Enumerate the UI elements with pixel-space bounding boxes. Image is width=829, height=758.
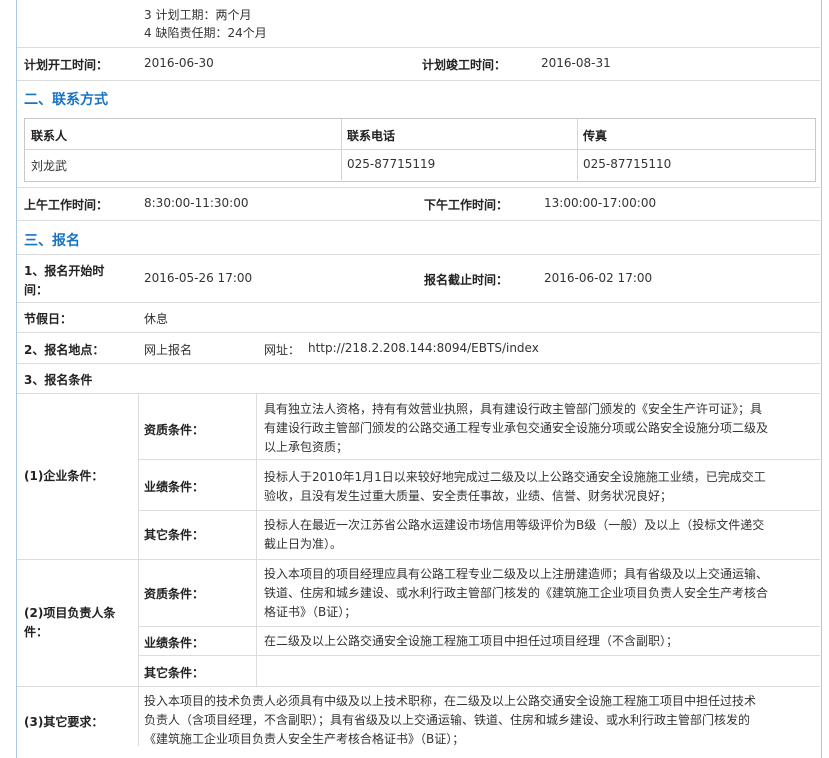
manager-conditions-label: (2)项目负责人条 [24,606,116,620]
column-divider [138,686,139,746]
enterprise-other-line: 截止日为准）。 [264,537,343,551]
enterprise-performance-line: 验收，且没有发生过重大质量、安全责任事故，业绩、信誉、财务状况良好； [264,489,673,503]
divider [17,332,820,333]
holiday-value: 休息 [144,312,169,326]
manager-qualification-line: 铁道、住房和城乡建设、或水利行政主管部门核发的《建筑施工企业项目负责人安全生产考… [264,586,769,600]
contact-phone: 025-87715119 [347,157,436,171]
enterprise-other-line: 投标人在最近一次江苏省公路水运建设市场信用等级评价为B级（一般）及以上（投标文件… [264,518,765,532]
signup-deadline-label: 报名截止时间： [424,273,509,287]
manager-other-label: 其它条件： [144,666,205,680]
signup-place-label: 2、报名地点： [24,343,105,357]
signup-section-title: 三、报名 [24,233,80,249]
duration-line: 3 计划工期：两个月 [144,8,252,22]
header-fax: 传真 [583,129,608,143]
divider [138,626,820,627]
holiday-label: 节假日： [24,312,73,326]
divider [138,655,820,656]
divider [138,459,820,460]
divider [17,686,820,687]
other-requirements-line: 投入本项目的技术负责人必须具有中级及以上技术职称，在二级及以上公路交通安全设施工… [144,694,757,708]
signup-deadline-value: 2016-06-02 17:00 [544,271,653,285]
enterprise-qualification-label: 资质条件： [144,423,205,437]
manager-qualification-label: 资质条件： [144,587,205,601]
pm-hours-label: 下午工作时间： [424,198,509,212]
end-date-value: 2016-08-31 [541,56,611,70]
column-divider [341,119,342,180]
column-divider [577,119,578,180]
manager-performance-line: 在二级及以上公路交通安全设施工程施工项目中担任过项目经理（不含副职）； [264,634,679,648]
signup-start-label-cont: 间： [24,283,49,297]
warranty-line: 4 缺陷责任期：24个月 [144,26,267,40]
manager-qualification-line: 投入本项目的项目经理应具有公路工程专业二级及以上注册建造师；具有省级及以上交通运… [264,567,769,581]
divider [138,510,820,511]
divider [17,47,820,48]
column-divider [256,393,257,686]
enterprise-qualification-line: 有建设行政主管部门颁发的公路交通工程专业承包交通安全设施分项或公路安全设施分项二… [264,421,769,435]
enterprise-performance-label: 业绩条件： [144,480,205,494]
divider [17,559,820,560]
signup-place-value: 网上报名 [144,343,193,357]
start-date-value: 2016-06-30 [144,56,214,70]
enterprise-performance-line: 投标人于2010年1月1日以来较好地完成过二级及以上公路交通安全设施施工业绩，已… [264,470,766,484]
signup-start-label: 1、报名开始时 [24,264,105,278]
enterprise-conditions-label: (1)企业条件： [24,469,104,483]
manager-conditions-label-cont: 件： [24,625,49,639]
header-phone: 联系电话 [347,129,396,143]
table-row-divider [25,149,815,150]
pm-hours-value: 13:00:00-17:00:00 [544,196,657,210]
start-date-label: 计划开工时间： [24,58,109,72]
divider [17,302,820,303]
other-requirements-line: 《建筑施工企业项目负责人安全生产考核合格证书》（B证）； [144,732,465,746]
enterprise-other-label: 其它条件： [144,528,205,542]
manager-qualification-line: 格证书》（B证）； [264,605,357,619]
divider [17,220,820,221]
am-hours-value: 8:30:00-11:30:00 [144,196,249,210]
enterprise-qualification-line: 具有独立法人资格，持有有效营业执照，具有建设行政主管部门颁发的《安全生产许可证》… [264,402,763,416]
signup-url-link[interactable]: http://218.2.208.144:8094/EBTS/index [308,341,539,355]
signup-conditions-label: 3、报名条件 [24,373,93,387]
other-requirements-line: 负责人（含项目经理，不含副职）；具有省级及以上交通运输、铁道、住房和城乡建设、或… [144,713,751,727]
contact-section-title: 二、联系方式 [24,92,108,108]
divider [17,80,820,81]
divider [17,187,820,188]
am-hours-label: 上午工作时间： [24,198,109,212]
other-requirements-label: (3)其它要求： [24,715,104,729]
contact-table: 联系人 联系电话 传真 刘龙武 025-87715119 025-8771511… [24,118,816,182]
signup-start-value: 2016-05-26 17:00 [144,271,253,285]
contact-fax: 025-87715110 [583,157,672,171]
column-divider [138,393,139,686]
end-date-label: 计划竣工时间： [422,58,507,72]
divider [17,254,820,255]
url-label: 网址： [264,343,301,357]
divider [17,363,820,364]
header-contact: 联系人 [31,129,68,143]
enterprise-qualification-line: 以上承包资质； [264,440,349,454]
contact-name: 刘龙武 [31,159,68,173]
manager-performance-label: 业绩条件： [144,636,205,650]
